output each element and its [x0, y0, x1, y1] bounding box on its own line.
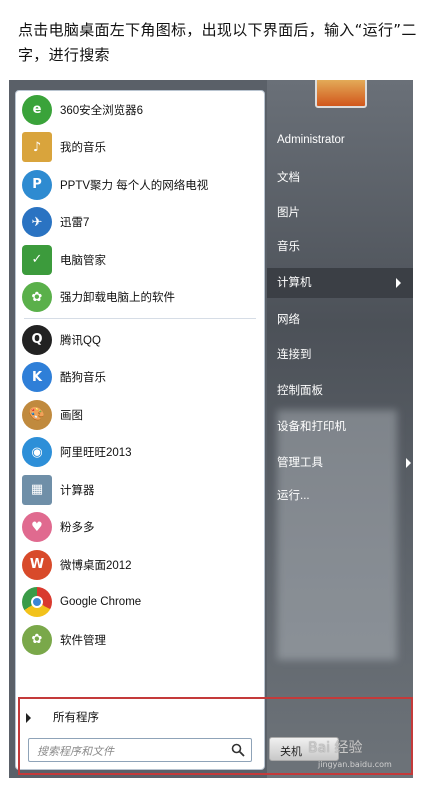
weibo-icon: W	[22, 549, 52, 580]
music-folder-icon: ♪	[22, 132, 52, 163]
thunder-icon: ✈	[22, 207, 52, 238]
right-item-pictures[interactable]: 图片	[277, 204, 300, 220]
fenduoduo-icon: ♥	[22, 512, 52, 543]
program-item-fenduoduo[interactable]: ♥ 粉多多	[16, 509, 264, 547]
program-item-qq[interactable]: Q 腾讯QQ	[16, 321, 264, 359]
program-label: 强力卸载电脑上的软件	[60, 292, 175, 305]
program-item-weibo[interactable]: W 微博桌面2012	[16, 546, 264, 584]
tencent-pc-manager-icon: ✓	[22, 244, 52, 275]
instruction-text: 点击电脑桌面左下角图标，出现以下界面后，输入“运行”二字，进行搜索	[18, 21, 417, 64]
right-item-computer[interactable]: 计算机	[267, 268, 413, 298]
right-item-admin-tools[interactable]: 管理工具	[277, 448, 413, 478]
program-item-thunder[interactable]: ✈ 迅雷7	[16, 204, 264, 242]
baidu-jingyan-watermark: Bai 经验	[308, 740, 363, 756]
start-menu-screenshot: e 360安全浏览器6 ♪ 我的音乐 P PPTV聚力 每个人的网络电视 ✈ 迅雷7 ✓…	[9, 80, 413, 778]
programs-pane: e 360安全浏览器6 ♪ 我的音乐 P PPTV聚力 每个人的网络电视 ✈ 迅雷7 ✓…	[15, 90, 265, 770]
submenu-arrow-icon	[406, 458, 411, 468]
program-item-kugou[interactable]: K 酷狗音乐	[16, 359, 264, 397]
right-item-music[interactable]: 音乐	[277, 238, 300, 254]
program-label: PPTV聚力 每个人的网络电视	[60, 179, 209, 192]
right-item-label: 计算机	[277, 277, 312, 289]
program-label: 电脑管家	[60, 254, 106, 267]
software-manager-icon: ✿	[22, 624, 52, 655]
program-item-paint[interactable]: 🎨 画图	[16, 396, 264, 434]
program-item-software-manager[interactable]: ✿ 软件管理	[16, 621, 264, 659]
program-label: 迅雷7	[60, 217, 90, 230]
watermark-url: jingyan.baidu.com	[318, 760, 392, 769]
user-avatar[interactable]	[315, 80, 367, 108]
right-item-label: 管理工具	[277, 457, 323, 469]
right-item-connect-to[interactable]: 连接到	[277, 346, 312, 362]
right-item-run[interactable]: 运行...	[277, 487, 310, 503]
submenu-arrow-icon	[396, 278, 401, 288]
program-label: 酷狗音乐	[60, 372, 106, 385]
program-label: Google Chrome	[60, 596, 142, 609]
right-item-network[interactable]: 网络	[277, 311, 300, 327]
right-item-devices-printers[interactable]: 设备和打印机	[277, 418, 346, 434]
uninstall-icon: ✿	[22, 282, 52, 313]
program-label: 粉多多	[60, 522, 95, 535]
program-label: 画图	[60, 409, 83, 422]
program-item-calculator[interactable]: ▦ 计算器	[16, 471, 264, 509]
program-label: 360安全浏览器6	[60, 104, 144, 117]
chrome-icon	[22, 587, 52, 618]
right-item-administrator[interactable]: Administrator	[277, 134, 345, 146]
program-item-chrome[interactable]: Google Chrome	[16, 584, 264, 622]
right-item-documents[interactable]: 文档	[277, 169, 300, 185]
program-label: 阿里旺旺2013	[60, 447, 132, 460]
program-item-360-browser[interactable]: e 360安全浏览器6	[16, 91, 264, 129]
program-label: 计算器	[60, 484, 95, 497]
program-item-pc-manager[interactable]: ✓ 电脑管家	[16, 241, 264, 279]
program-label: 腾讯QQ	[60, 334, 101, 347]
right-item-control-panel[interactable]: 控制面板	[277, 382, 323, 398]
pptv-icon: P	[22, 169, 52, 200]
program-label: 我的音乐	[60, 142, 106, 155]
program-list: e 360安全浏览器6 ♪ 我的音乐 P PPTV聚力 每个人的网络电视 ✈ 迅雷7 ✓…	[16, 91, 264, 659]
calculator-icon: ▦	[22, 474, 52, 505]
program-label: 微博桌面2012	[60, 559, 132, 572]
program-label: 软件管理	[60, 634, 106, 647]
program-item-my-music[interactable]: ♪ 我的音乐	[16, 129, 264, 167]
paint-icon: 🎨	[22, 399, 52, 430]
kugou-icon: K	[22, 362, 52, 393]
program-item-aliwangwang[interactable]: ◉ 阿里旺旺2013	[16, 434, 264, 472]
program-item-uninstall[interactable]: ✿ 强力卸载电脑上的软件	[16, 279, 264, 317]
360-browser-icon: e	[22, 94, 52, 125]
places-pane: Administrator 文档 图片 音乐 计算机 网络 连接到 控制面板 设…	[267, 80, 413, 778]
program-item-pptv[interactable]: P PPTV聚力 每个人的网络电视	[16, 166, 264, 204]
aliwangwang-icon: ◉	[22, 437, 52, 468]
qq-icon: Q	[22, 324, 52, 355]
divider	[24, 318, 256, 319]
